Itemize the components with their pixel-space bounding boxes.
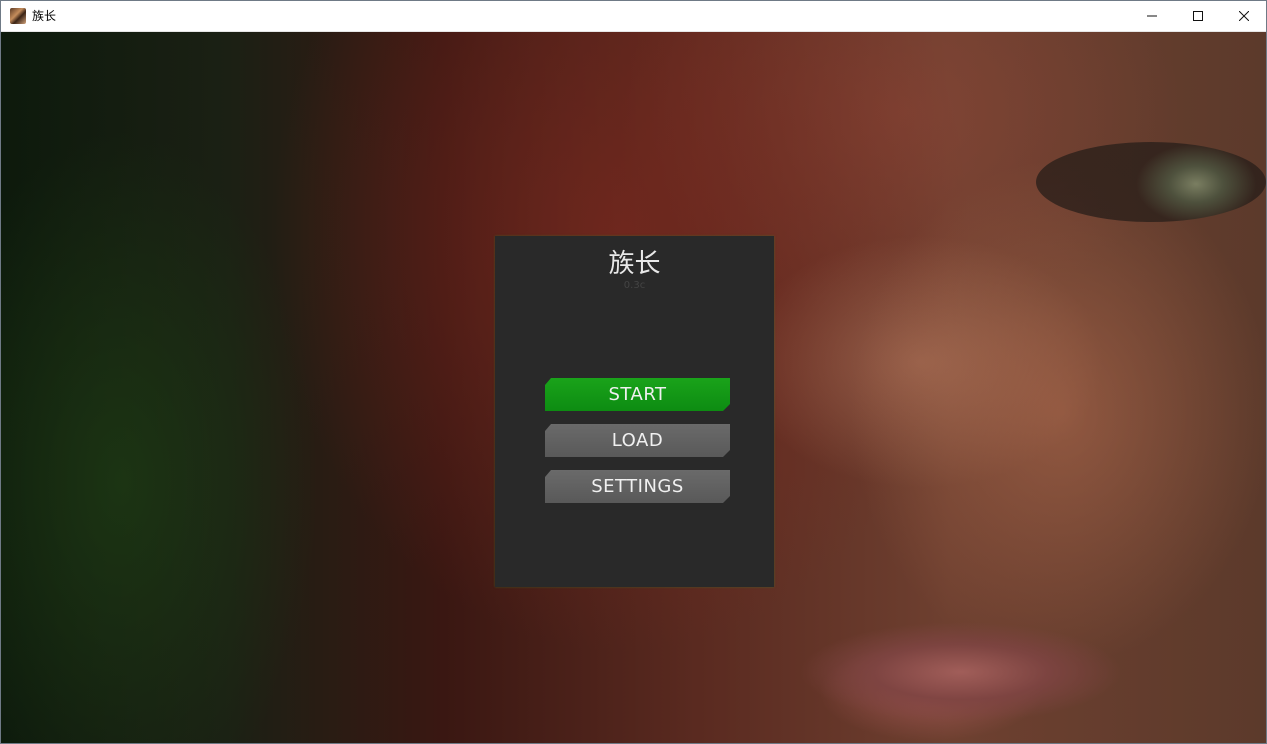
main-menu-panel: 族长 0.3c START LOAD SETTINGS bbox=[495, 236, 774, 587]
game-viewport: 族长 0.3c START LOAD SETTINGS bbox=[1, 32, 1266, 743]
load-button[interactable]: LOAD bbox=[545, 424, 730, 457]
minimize-icon bbox=[1147, 15, 1157, 17]
start-button[interactable]: START bbox=[545, 378, 730, 411]
game-title: 族长 bbox=[608, 249, 661, 279]
maximize-icon bbox=[1193, 11, 1203, 21]
maximize-button[interactable] bbox=[1175, 1, 1221, 31]
close-button[interactable] bbox=[1221, 1, 1266, 31]
close-icon bbox=[1239, 11, 1249, 21]
game-version: 0.3c bbox=[623, 280, 646, 291]
game-window: 族长 族长 0.3c START LOAD SETTINGS bbox=[0, 0, 1267, 744]
settings-button[interactable]: SETTINGS bbox=[545, 470, 730, 503]
app-icon bbox=[10, 8, 26, 24]
window-title: 族长 bbox=[32, 9, 57, 23]
minimize-button[interactable] bbox=[1129, 1, 1175, 31]
background-lips bbox=[791, 622, 1131, 742]
background-eye bbox=[1036, 142, 1266, 222]
title-bar[interactable]: 族长 bbox=[1, 1, 1266, 32]
